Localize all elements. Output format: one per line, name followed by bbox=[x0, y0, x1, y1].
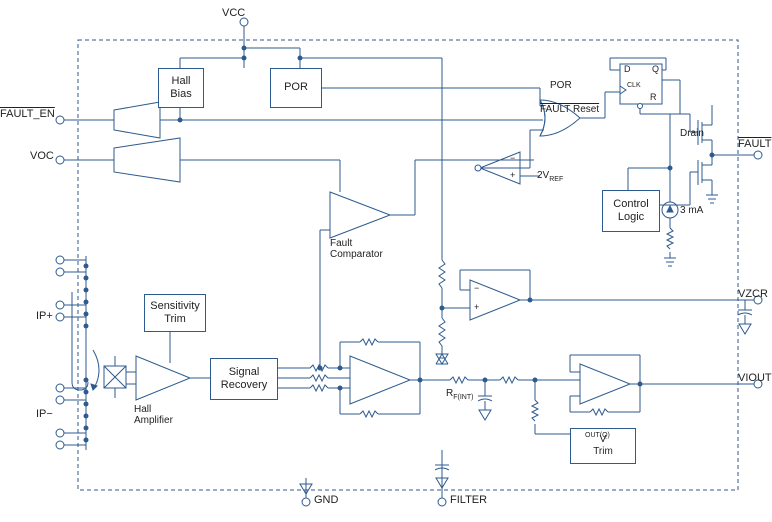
two-vref-label: 2VREF bbox=[537, 170, 563, 183]
ff-d: D bbox=[624, 64, 631, 74]
fault-comparator-label: Fault Comparator bbox=[330, 238, 383, 260]
pin-viout: VIOUT bbox=[738, 372, 772, 384]
control-logic-block: Control Logic bbox=[602, 190, 660, 232]
comp1-minus: − bbox=[510, 153, 515, 163]
pin-voc: VOC bbox=[30, 150, 54, 162]
fault-reset-label: FAULT Reset bbox=[540, 104, 599, 115]
pin-fault-en: FAULT_EN bbox=[0, 108, 55, 120]
vout-q-sub: OUT(Q) bbox=[585, 432, 610, 439]
current-source-label: 3 mA bbox=[680, 205, 703, 216]
block-diagram: VCC FAULT_EN VOC IP+ IP− FAULT VZCR VIOU… bbox=[10, 10, 762, 512]
sensitivity-trim-block: Sensitivity Trim bbox=[144, 294, 206, 332]
vzcr-minus: − bbox=[474, 283, 479, 293]
rf-int-label: RF(INT) bbox=[446, 388, 473, 401]
por-block: POR bbox=[270, 68, 322, 108]
hall-amplifier-label: Hall Amplifier bbox=[134, 404, 173, 426]
vzcr-plus: + bbox=[474, 302, 479, 312]
ff-clk: CLK bbox=[627, 82, 641, 89]
ff-r: R bbox=[650, 92, 657, 102]
ff-q: Q bbox=[652, 64, 659, 74]
pin-filter: FILTER bbox=[450, 494, 487, 506]
pin-ip-minus: IP− bbox=[36, 408, 53, 420]
comp1-plus: + bbox=[510, 170, 515, 180]
pin-vcc: VCC bbox=[222, 7, 245, 19]
hall-bias-block: Hall Bias bbox=[158, 68, 204, 108]
por-signal-label: POR bbox=[550, 80, 572, 91]
signal-recovery-block: Signal Recovery bbox=[210, 358, 278, 400]
pin-gnd: GND bbox=[314, 494, 338, 506]
pin-vzcr: VZCR bbox=[738, 288, 768, 300]
pin-fault: FAULT bbox=[738, 138, 771, 150]
pin-ip-plus: IP+ bbox=[36, 310, 53, 322]
drain-label: Drain bbox=[680, 128, 704, 139]
